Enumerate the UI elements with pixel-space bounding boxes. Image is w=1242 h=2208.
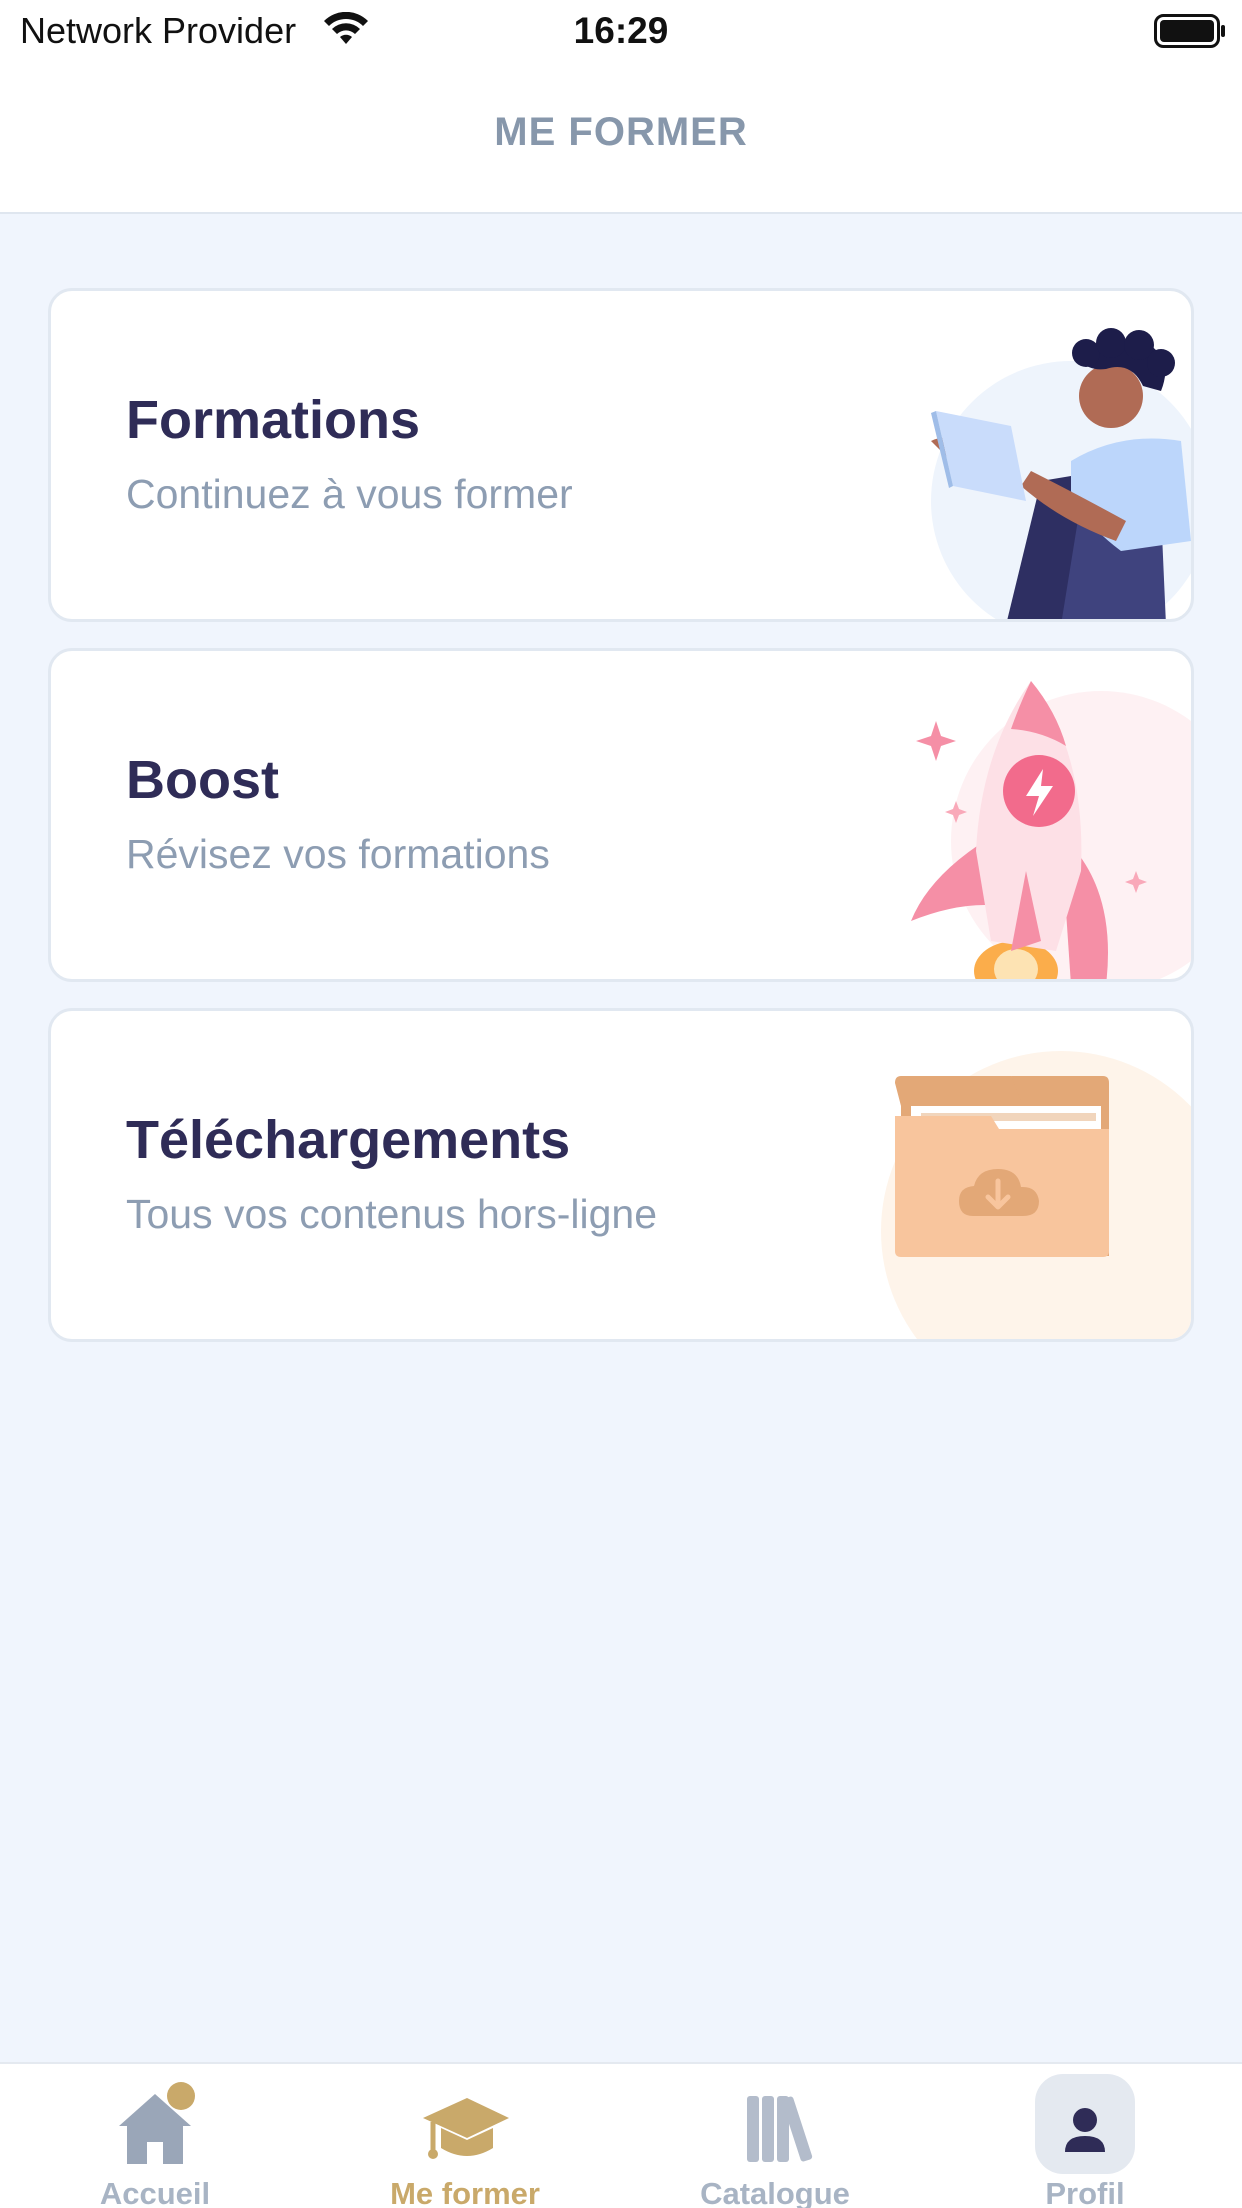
tab-label: Accueil xyxy=(99,2176,211,2208)
battery-icon xyxy=(1154,14,1225,48)
card-subtitle: Révisez vos formations xyxy=(126,831,550,877)
tab-accueil[interactable]: Accueil xyxy=(0,2064,310,2208)
page-title: ME FORMER xyxy=(494,110,748,154)
books-icon xyxy=(747,2096,813,2162)
rocket-illustration xyxy=(911,681,1191,979)
tab-label: Me former xyxy=(390,2176,540,2208)
status-bar: Network Provider 16:29 xyxy=(0,0,1242,62)
nav-header: ME FORMER xyxy=(0,62,1242,214)
boost-card[interactable]: Boost Révisez vos formations xyxy=(48,648,1194,982)
tab-profil[interactable]: Profil xyxy=(930,2064,1240,2208)
tab-label: Catalogue xyxy=(700,2176,850,2208)
card-title: Formations xyxy=(126,390,421,450)
user-icon xyxy=(1065,2108,1105,2152)
clock: 16:29 xyxy=(573,10,669,51)
card-title: Téléchargements xyxy=(126,1110,571,1170)
downloads-card[interactable]: Téléchargements Tous vos contenus hors-l… xyxy=(48,1008,1194,1342)
card-title: Boost xyxy=(126,750,279,810)
formations-card[interactable]: Formations Continuez à vous former xyxy=(48,288,1194,622)
download-folder-illustration xyxy=(881,1051,1191,1339)
home-icon xyxy=(119,2082,195,2164)
tab-catalogue[interactable]: Catalogue xyxy=(620,2064,930,2208)
tab-me-former[interactable]: Me former xyxy=(310,2064,620,2208)
tab-label: Profil xyxy=(1045,2176,1125,2208)
tab-bar: Accueil Me former Catalogue Profil xyxy=(0,2062,1242,2208)
card-subtitle: Continuez à vous former xyxy=(126,471,573,517)
person-reading-illustration xyxy=(931,328,1191,619)
screen: Network Provider 16:29 ME FORMER Formati… xyxy=(0,0,1242,2208)
graduation-cap-icon xyxy=(423,2098,509,2159)
card-subtitle: Tous vos contenus hors-ligne xyxy=(126,1191,658,1237)
